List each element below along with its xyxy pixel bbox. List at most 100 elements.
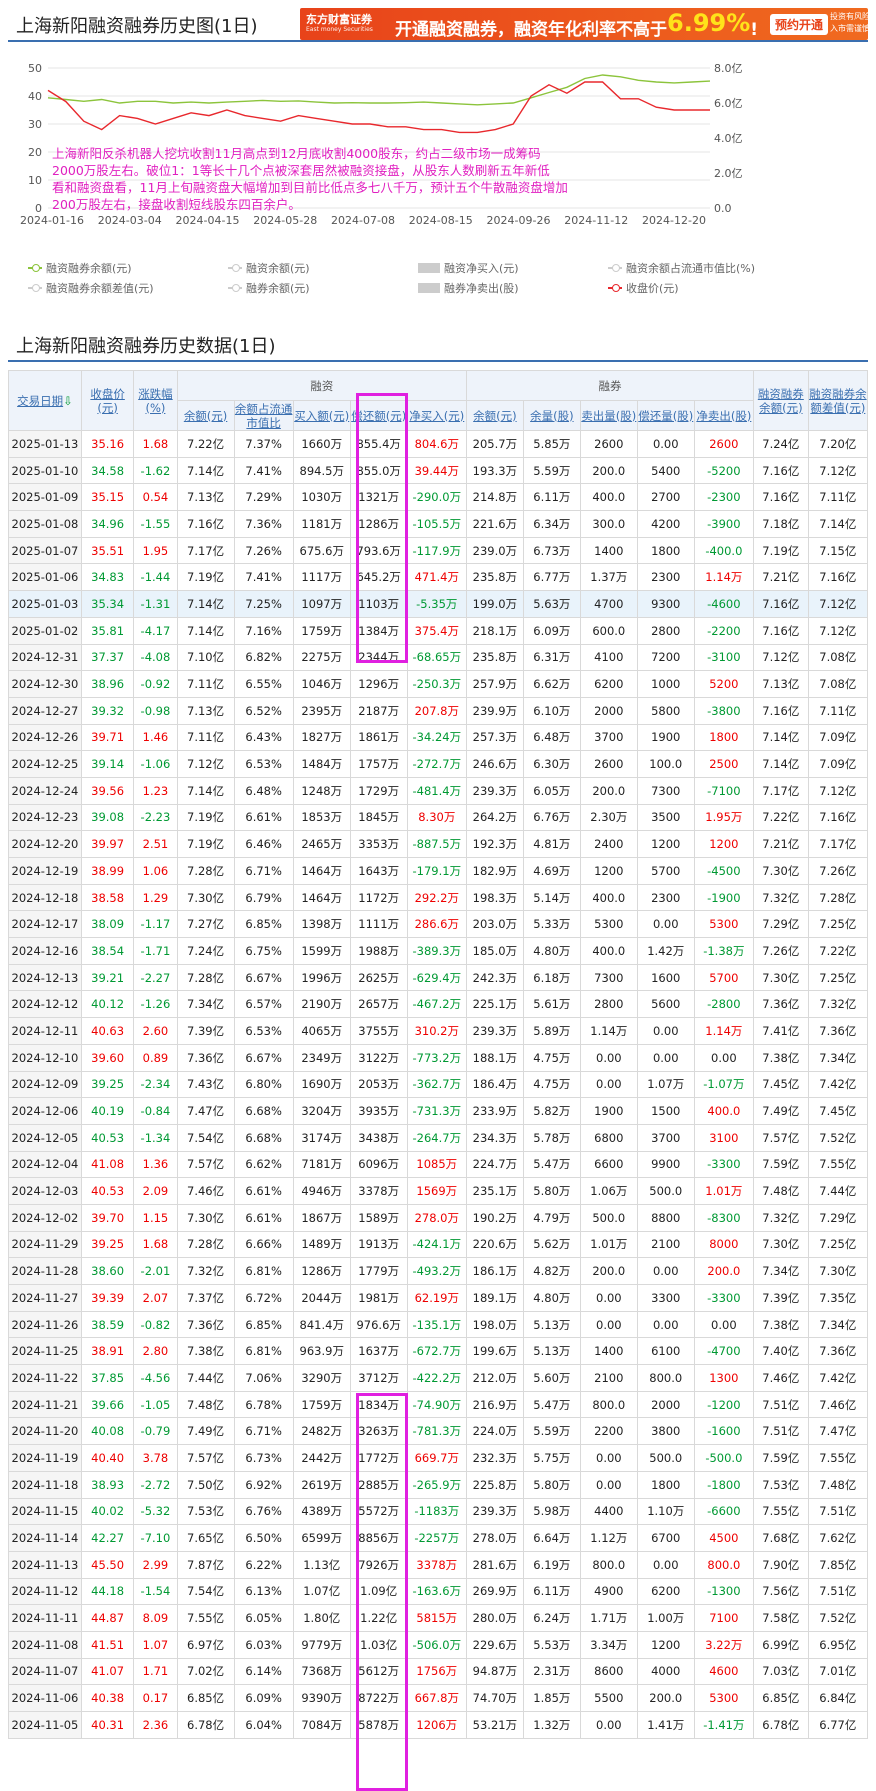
table-row[interactable]: 2024-12-23 39.08 -2.23 7.19亿 6.61% 1853万 1845万… — [8, 803, 869, 832]
col-date[interactable]: 交易日期⇩ — [8, 370, 82, 431]
table-row[interactable]: 2024-12-04 41.08 1.36 7.57亿 6.62% 7181万 6096万 1… — [8, 1150, 869, 1179]
legend-item[interactable]: 融资净买入(元) — [418, 260, 519, 276]
table-row[interactable]: 2024-11-19 40.40 3.78 7.57亿 6.73% 2442万 1772万 6… — [8, 1444, 869, 1472]
table-row[interactable]: 2024-12-19 38.99 1.06 7.28亿 6.71% 1464万 1643万 -… — [8, 857, 869, 885]
table-row[interactable]: 2024-11-11 44.87 8.09 7.55亿 6.05% 1.80亿 1.22亿 5… — [8, 1604, 869, 1632]
table-row[interactable]: 2024-11-18 38.93 -2.72 7.50亿 6.92% 2619万 2885万… — [8, 1470, 869, 1499]
table-row[interactable]: 2024-12-02 39.70 1.15 7.30亿 6.61% 1867万 1589万 2… — [8, 1203, 869, 1232]
legend-item[interactable]: 融资余额(元) — [228, 260, 310, 276]
table-cell: -290.0万 — [406, 483, 467, 512]
table-row[interactable]: 2024-12-13 39.21 -2.27 7.28亿 6.67% 1996万 2625万… — [8, 963, 869, 992]
table-row[interactable]: 2024-11-28 38.60 -2.01 7.32亿 6.81% 1286万 1779万… — [8, 1257, 869, 1285]
table-cell: 7.17亿 — [176, 536, 235, 565]
table-row[interactable]: 2025-01-06 34.83 -1.44 7.19亿 7.41% 1117万 645.2… — [8, 563, 869, 592]
table-row[interactable]: 2024-11-06 40.38 0.17 6.85亿 6.09% 9390万 8722万 6… — [8, 1684, 869, 1712]
col-subheader[interactable]: 余额(元) — [465, 400, 524, 431]
table-row[interactable]: 2025-01-10 34.58 -1.62 7.14亿 7.41% 894.5万 855.… — [8, 456, 869, 485]
col-change[interactable]: 涨跌幅(%) — [133, 370, 178, 431]
table-cell: 2024-12-19 — [8, 857, 82, 885]
table-row[interactable]: 2024-12-26 39.71 1.46 7.11亿 6.43% 1827万 1861万 -… — [8, 723, 869, 752]
legend-item[interactable]: 融资融券余额差值(元) — [28, 280, 154, 296]
table-row[interactable]: 2025-01-09 35.15 0.54 7.13亿 7.29% 1030万 1321万 -… — [8, 483, 869, 512]
table-row[interactable]: 2024-11-27 39.39 2.07 7.37亿 6.72% 2044万 1981万 6… — [8, 1284, 869, 1312]
table-cell: 0.17 — [133, 1684, 178, 1712]
table-cell: 1398万 — [292, 910, 351, 939]
margin-history-chart[interactable]: 504030201008.0亿6.0亿4.0亿2.0亿0.02024-01-16… — [20, 58, 868, 268]
table-cell: 500.0 — [636, 1177, 695, 1205]
table-row[interactable]: 2024-12-06 40.19 -0.84 7.47亿 6.68% 3204万 3935万… — [8, 1097, 869, 1125]
table-row[interactable]: 2024-11-26 38.59 -0.82 7.36亿 6.85% 841.4万 976.… — [8, 1310, 869, 1339]
table-cell: 6.80% — [233, 1070, 294, 1099]
col-subheader[interactable]: 卖出量(股) — [579, 400, 638, 431]
table-row[interactable]: 2024-12-31 37.37 -4.08 7.10亿 6.82% 2275万 2344万… — [8, 643, 869, 672]
table-row[interactable]: 2024-11-08 41.51 1.07 6.97亿 6.03% 9779万 1.03亿 -… — [8, 1630, 869, 1659]
table-row[interactable]: 2025-01-03 35.34 -1.31 7.14亿 7.25% 1097万 1103万… — [8, 590, 869, 618]
table-row[interactable]: 2024-12-16 38.54 -1.71 7.24亿 6.75% 1599万 1988万… — [8, 937, 869, 965]
table-row[interactable]: 2024-12-05 40.53 -1.34 7.54亿 6.68% 3174万 3438万… — [8, 1123, 869, 1152]
table-row[interactable]: 2024-12-09 39.25 -2.34 7.43亿 6.80% 1690万 2053万… — [8, 1070, 869, 1099]
table-cell: 39.08 — [80, 803, 135, 832]
col-subheader[interactable]: 净卖出(股) — [693, 400, 754, 431]
col-subheader[interactable]: 余量(股) — [522, 400, 581, 431]
table-row[interactable]: 2024-11-13 45.50 2.99 7.87亿 6.22% 1.13亿 7926万 3… — [8, 1550, 869, 1579]
col-subheader[interactable]: 偿还量(股) — [636, 400, 695, 431]
legend-item[interactable]: 融资融券余额(元) — [28, 260, 132, 276]
col-close[interactable]: 收盘价(元) — [80, 370, 135, 431]
col-subheader[interactable]: 偿还额(元) — [349, 400, 408, 431]
legend-item[interactable]: 融券余额(元) — [228, 280, 310, 296]
table-row[interactable]: 2024-11-20 40.08 -0.79 7.49亿 6.71% 2482万 3263万… — [8, 1417, 869, 1446]
legend-item[interactable]: 收盘价(元) — [608, 280, 679, 296]
legend-item[interactable]: 融资余额占流通市值比(%) — [608, 260, 755, 276]
table-row[interactable]: 2025-01-13 35.16 1.68 7.22亿 7.37% 1660万 855.4万… — [8, 430, 869, 458]
legend-line-swatch — [28, 264, 42, 272]
table-row[interactable]: 2024-12-11 40.63 2.60 7.39亿 6.53% 4065万 3755万 3… — [8, 1017, 869, 1045]
table-cell: 1996万 — [292, 963, 351, 992]
table-cell: 3935万 — [349, 1097, 408, 1125]
table-row[interactable]: 2024-12-27 39.32 -0.98 7.13亿 6.52% 2395万 2187万… — [8, 696, 869, 725]
table-row[interactable]: 2024-11-15 40.02 -5.32 7.53亿 6.76% 4389万 5572万… — [8, 1497, 869, 1526]
table-row[interactable]: 2024-11-05 40.31 2.36 6.78亿 6.04% 7084万 5878万 1… — [8, 1711, 869, 1739]
table-cell: 7.34亿 — [176, 990, 235, 1019]
table-cell: 1.37万 — [579, 563, 638, 592]
col-subheader[interactable]: 余额占流通市值比 — [233, 400, 294, 431]
col-subheader[interactable]: 买入额(元) — [292, 400, 351, 431]
table-row[interactable]: 2024-11-22 37.85 -4.56 7.44亿 7.06% 3290万 3712万… — [8, 1364, 869, 1392]
table-row[interactable]: 2024-12-20 39.97 2.51 7.19亿 6.46% 2465万 3353万 -… — [8, 830, 869, 858]
table-cell: -731.3万 — [406, 1097, 467, 1125]
table-row[interactable]: 2024-12-25 39.14 -1.06 7.12亿 6.53% 1484万 1757万… — [8, 750, 869, 778]
table-row[interactable]: 2024-11-12 44.18 -1.54 7.54亿 6.13% 1.07亿 1.09亿… — [8, 1577, 869, 1606]
table-row[interactable]: 2025-01-02 35.81 -4.17 7.14亿 7.16% 1759万 1384万… — [8, 616, 869, 645]
table-cell: -4.17 — [133, 616, 178, 645]
table-row[interactable]: 2024-12-18 38.58 1.29 7.30亿 6.79% 1464万 1172万 2… — [8, 883, 869, 912]
ad-open-button[interactable]: 预约开通 — [770, 14, 829, 35]
table-cell: 1834万 — [349, 1390, 408, 1419]
table-row[interactable]: 2024-12-10 39.60 0.89 7.36亿 6.67% 2349万 3122万 -… — [8, 1043, 869, 1072]
table-row[interactable]: 2024-11-29 39.25 1.68 7.28亿 6.66% 1489万 1913万 -… — [8, 1230, 869, 1259]
table-cell: 7.11亿 — [176, 723, 235, 752]
table-row[interactable]: 2024-11-21 39.66 -1.05 7.48亿 6.78% 1759万 1834万… — [8, 1390, 869, 1419]
table-row[interactable]: 2024-12-30 38.96 -0.92 7.11亿 6.55% 1046万 1296万… — [8, 670, 869, 698]
table-row[interactable]: 2024-12-03 40.53 2.09 7.46亿 6.61% 4946万 3378万 1… — [8, 1177, 869, 1205]
table-row[interactable]: 2024-12-12 40.12 -1.26 7.34亿 6.57% 2190万 2657万… — [8, 990, 869, 1019]
margin-ad-banner[interactable]: 东方财富证券 East money Securities 开通融资融券，融资年化… — [300, 8, 870, 40]
table-cell: 0.54 — [133, 483, 178, 512]
table-cell: 7.19亿 — [176, 803, 235, 832]
table-row[interactable]: 2025-01-07 35.51 1.95 7.17亿 7.26% 675.6万 793.6… — [8, 536, 869, 565]
table-cell: 6.85% — [233, 1310, 294, 1339]
table-cell: 218.1万 — [465, 616, 524, 645]
table-cell: 310.2万 — [406, 1017, 467, 1045]
table-row[interactable]: 2024-11-14 42.27 -7.10 7.65亿 6.50% 6599万 8856万… — [8, 1524, 869, 1552]
legend-item[interactable]: 融券净卖出(股) — [418, 280, 519, 296]
table-row[interactable]: 2024-11-25 38.91 2.80 7.38亿 6.81% 963.9万 1637万… — [8, 1337, 869, 1366]
table-row[interactable]: 2024-12-24 39.56 1.23 7.14亿 6.48% 1248万 1729万 -… — [8, 776, 869, 805]
col-diff[interactable]: 融资融券余额差值(元) — [807, 370, 869, 431]
col-subheader[interactable]: 净买入(元) — [406, 400, 467, 431]
table-row[interactable]: 2025-01-08 34.96 -1.55 7.16亿 7.36% 1181万 1286万… — [8, 510, 869, 538]
col-subheader[interactable]: 余额(元) — [176, 400, 235, 431]
table-cell: 6.55% — [233, 670, 294, 698]
ad-brand: 东方财富证券 — [306, 13, 372, 26]
col-total[interactable]: 融资融券余额(元) — [752, 370, 809, 431]
table-row[interactable]: 2024-12-17 38.09 -1.17 7.27亿 6.85% 1398万 1111万… — [8, 910, 869, 939]
table-cell: 6200 — [636, 1577, 695, 1606]
table-row[interactable]: 2024-11-07 41.07 1.71 7.02亿 6.14% 7368万 5612万 1… — [8, 1657, 869, 1686]
